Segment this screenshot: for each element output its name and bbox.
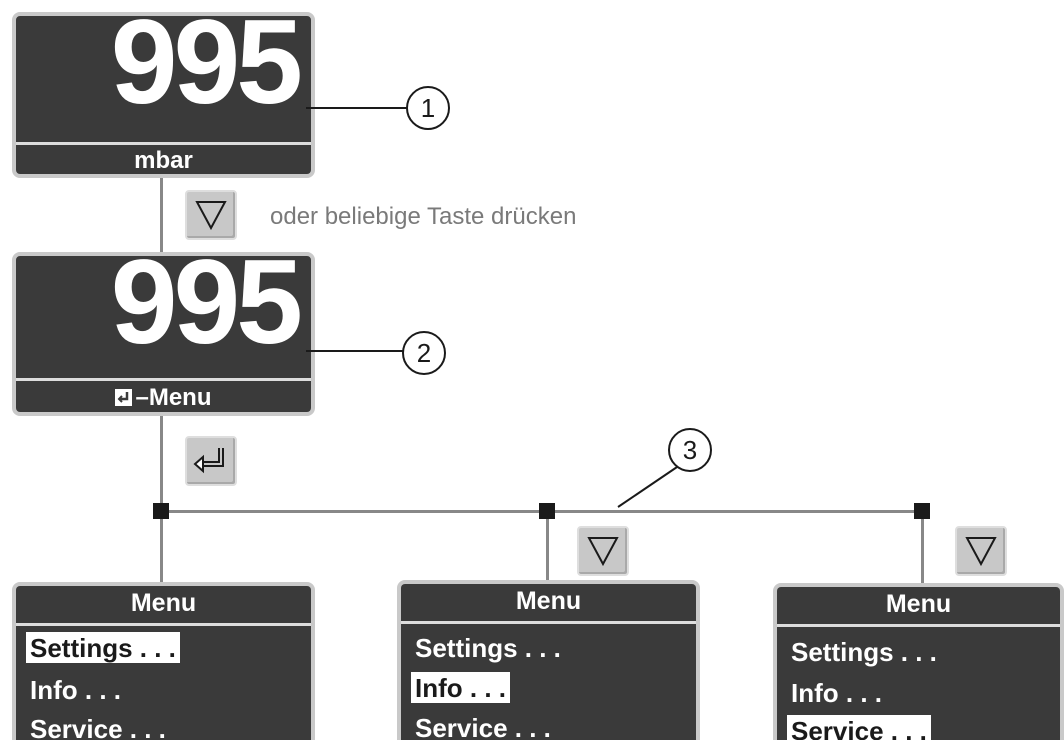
- pressure-value: 995: [110, 12, 303, 129]
- menu-item-service[interactable]: Service . . .: [411, 712, 555, 740]
- branch-node: [153, 503, 169, 519]
- callout-leader: [306, 107, 408, 109]
- menu-item-service[interactable]: Service . . .: [787, 715, 931, 740]
- hint-text: oder beliebige Taste drücken: [270, 203, 577, 230]
- menu-panel-service: Menu Settings . . . Info . . . Service .…: [773, 583, 1064, 740]
- pressure-display-menu-hint: 995 –Menu: [12, 252, 315, 416]
- menu-panel-settings: Menu Settings . . . Info . . . Service .…: [12, 582, 315, 740]
- menu-divider: [401, 621, 696, 624]
- menu-title: Menu: [885, 590, 952, 618]
- menu-hint-label: –Menu: [16, 386, 311, 410]
- callout-3: 3: [668, 428, 712, 472]
- menu-title: Menu: [130, 589, 197, 617]
- connector-line: [160, 412, 163, 587]
- menu-divider: [777, 624, 1060, 627]
- menu-item-settings[interactable]: Settings . . .: [787, 636, 941, 667]
- connector-line: [921, 510, 924, 584]
- menu-title: Menu: [515, 587, 582, 615]
- menu-item-info[interactable]: Info . . .: [26, 674, 125, 705]
- enter-key[interactable]: [185, 436, 237, 486]
- callout-1: 1: [406, 86, 450, 130]
- down-arrow-key[interactable]: [185, 190, 237, 240]
- display-divider: [16, 142, 311, 145]
- down-arrow-key[interactable]: [577, 526, 629, 576]
- menu-hint-text: –Menu: [135, 384, 212, 411]
- branch-node: [539, 503, 555, 519]
- pressure-value: 995: [110, 252, 303, 369]
- pressure-unit: mbar: [134, 147, 193, 174]
- menu-item-service[interactable]: Service . . .: [26, 713, 170, 740]
- menu-item-settings[interactable]: Settings . . .: [26, 632, 180, 663]
- down-arrow-key[interactable]: [955, 526, 1007, 576]
- menu-item-info[interactable]: Info . . .: [787, 677, 886, 708]
- menu-item-info[interactable]: Info . . .: [411, 672, 510, 703]
- menu-divider: [16, 623, 311, 626]
- connector-line: [546, 510, 549, 582]
- callout-leader: [306, 350, 404, 352]
- callout-2: 2: [402, 331, 446, 375]
- menu-panel-info: Menu Settings . . . Info . . . Service .…: [397, 580, 700, 740]
- enter-icon: [115, 389, 133, 406]
- display-divider: [16, 378, 311, 381]
- branch-node: [914, 503, 930, 519]
- menu-item-settings[interactable]: Settings . . .: [411, 632, 565, 663]
- down-arrow-icon: [965, 537, 997, 567]
- down-arrow-icon: [195, 201, 227, 231]
- enter-arrow-icon: [193, 448, 224, 474]
- connector-line: [160, 175, 163, 255]
- down-arrow-icon: [587, 537, 619, 567]
- pressure-display: 995 mbar: [12, 12, 315, 178]
